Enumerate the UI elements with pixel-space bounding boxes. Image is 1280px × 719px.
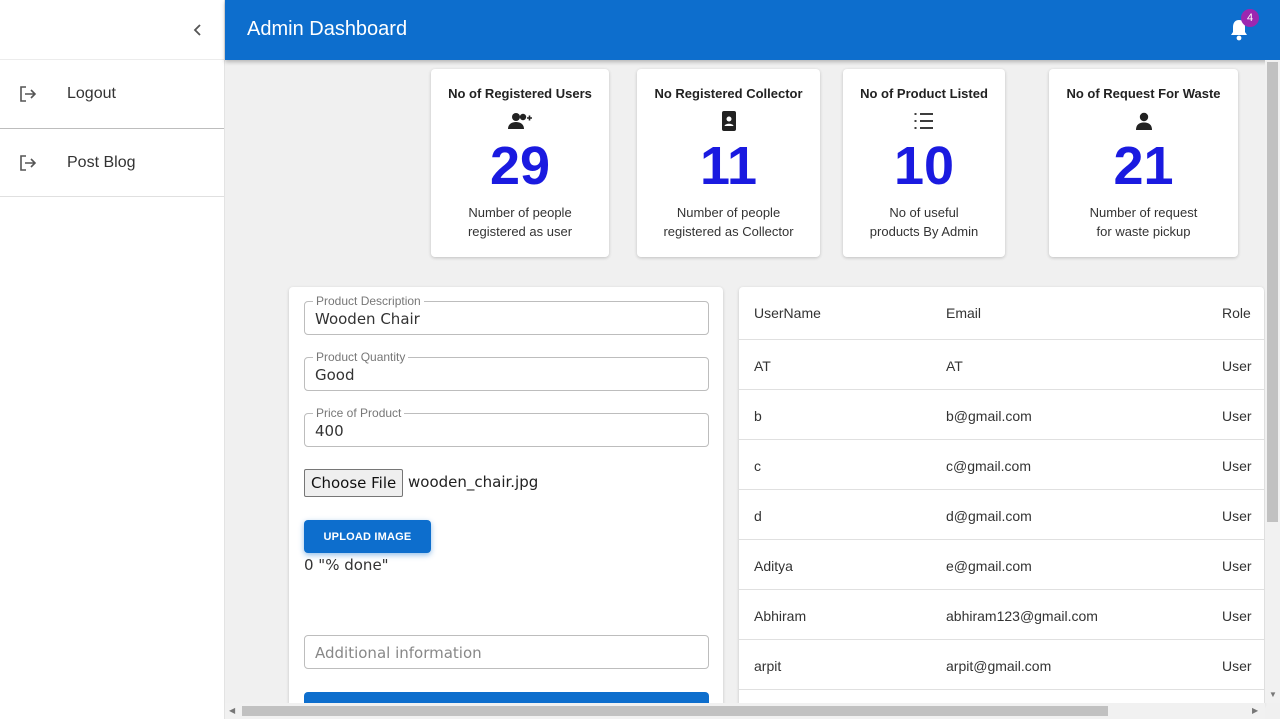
stat-description-line: products By Admin [869,224,979,239]
field-value: 400 [315,422,344,440]
chevron-left-icon[interactable] [186,18,210,42]
column-header-email: Email [946,305,982,321]
cell-username: Abhiram [754,608,807,624]
scrollbar-thumb[interactable] [1267,62,1278,522]
stat-card-registered-collector: No Registered Collector 11 Number of peo… [637,69,820,257]
table-row: AT AT User [739,340,1264,390]
table-row: b b@gmail.com User [739,390,1264,440]
vertical-scrollbar[interactable]: ▼ [1265,60,1280,703]
stat-description: Number of request for waste pickup [1049,203,1238,241]
stat-description: Number of people registered as Collector [637,203,820,241]
stat-description-line: No of useful [889,205,959,220]
field-label: Price of Product [313,406,405,420]
scroll-left-arrow-icon[interactable]: ◀ [229,706,235,715]
cell-role: User [1222,358,1252,374]
users-table: UserName Email Role AT AT User b b@gmail… [739,287,1264,707]
stat-card-waste-requests: No of Request For Waste 21 Number of req… [1049,69,1238,257]
sidebar: Logout Post Blog [0,0,225,719]
field-value: Good [315,366,355,384]
cell-role: User [1222,658,1252,674]
stat-description-line: Number of people [676,205,781,220]
scroll-down-arrow-icon[interactable]: ▼ [1269,690,1277,699]
sidebar-item-post-blog[interactable]: Post Blog [0,129,224,197]
upload-image-button[interactable]: UPLOAD IMAGE [304,520,431,553]
column-header-role: Role [1222,305,1251,321]
column-header-username: UserName [754,305,821,321]
stat-title: No of Request For Waste [1066,86,1221,101]
table-row: arpit arpit@gmail.com User [739,640,1264,690]
stat-value: 11 [699,136,758,196]
cell-username: arpit [754,658,782,674]
cell-role: User [1222,408,1252,424]
table-header-row: UserName Email Role [739,287,1264,340]
group-add-icon [431,110,609,132]
stat-card-registered-users: No of Registered Users 29 Number of peop… [431,69,609,257]
choose-file-button[interactable]: Choose File [304,469,404,497]
stat-description-line: registered as user [467,224,573,239]
cell-email: arpit@gmail.com [946,658,1052,674]
product-description-field[interactable]: Product Description Wooden Chair [304,294,709,335]
stat-title: No of Registered Users [448,86,592,101]
cell-username: b [754,408,762,424]
logout-icon [16,151,40,175]
stat-value: 10 [893,136,955,196]
app-header: Admin Dashboard 4 [225,0,1280,60]
cell-email: d@gmail.com [946,508,1032,524]
table-row: c c@gmail.com User [739,440,1264,490]
sidebar-item-label: Logout [67,85,116,102]
product-price-field[interactable]: Price of Product 400 [304,406,709,447]
table-row: Abhiram abhiram123@gmail.com User [739,590,1264,640]
table-row: Aditya e@gmail.com User [739,540,1264,590]
field-value: Wooden Chair [315,310,420,328]
stat-card-products-listed: No of Product Listed 10 No of useful pro… [843,69,1005,257]
stat-description: No of useful products By Admin [843,203,1005,241]
field-label: Product Description [313,294,424,308]
stat-title: No Registered Collector [654,86,803,101]
scroll-right-arrow-icon[interactable]: ▶ [1252,706,1258,715]
cell-email: abhiram123@gmail.com [946,608,1098,624]
cell-email: e@gmail.com [946,558,1032,574]
stat-description: Number of people registered as user [431,203,609,241]
stat-description-line: registered as Collector [663,224,794,239]
table-row: d d@gmail.com User [739,490,1264,540]
product-quantity-field[interactable]: Product Quantity Good [304,350,709,391]
scrollbar-thumb[interactable] [242,706,1108,716]
page-title: Admin Dashboard [247,18,408,40]
cell-role: User [1222,608,1252,624]
cell-role: User [1222,458,1252,474]
notification-badge: 4 [1241,9,1259,27]
contact-phone-icon [637,110,820,132]
cell-username: Aditya [754,558,793,574]
sidebar-header [0,0,224,60]
stat-value: 29 [489,136,551,196]
stat-value: 21 [1113,136,1174,196]
stat-title: No of Product Listed [860,86,988,101]
cell-username: d [754,508,762,524]
logout-icon [16,82,40,106]
cell-email: c@gmail.com [946,458,1032,474]
person-icon [1049,110,1238,132]
list-icon [843,110,1005,132]
sidebar-item-label: Post Blog [67,153,136,171]
upload-progress-text: 0 "% done" [304,556,389,574]
additional-info-field[interactable]: Additional information [304,635,709,669]
stat-description-line: for waste pickup [1096,224,1191,239]
field-label: Product Quantity [313,350,409,364]
cell-username: c [754,458,761,474]
stat-description-line: Number of people [468,205,572,220]
stat-description-line: Number of request [1089,205,1198,220]
cell-username: AT [754,358,771,374]
product-form: Product Description Wooden Chair Product… [289,287,723,707]
horizontal-scrollbar[interactable]: ◀ ▶ [225,703,1265,719]
sidebar-item-logout[interactable]: Logout [0,60,224,129]
cell-email: b@gmail.com [946,408,1032,424]
selected-file-name: wooden_chair.jpg [408,473,539,491]
cell-role: User [1222,558,1252,574]
cell-email: AT [946,358,963,374]
cell-role: User [1222,508,1252,524]
field-placeholder: Additional information [315,644,482,662]
